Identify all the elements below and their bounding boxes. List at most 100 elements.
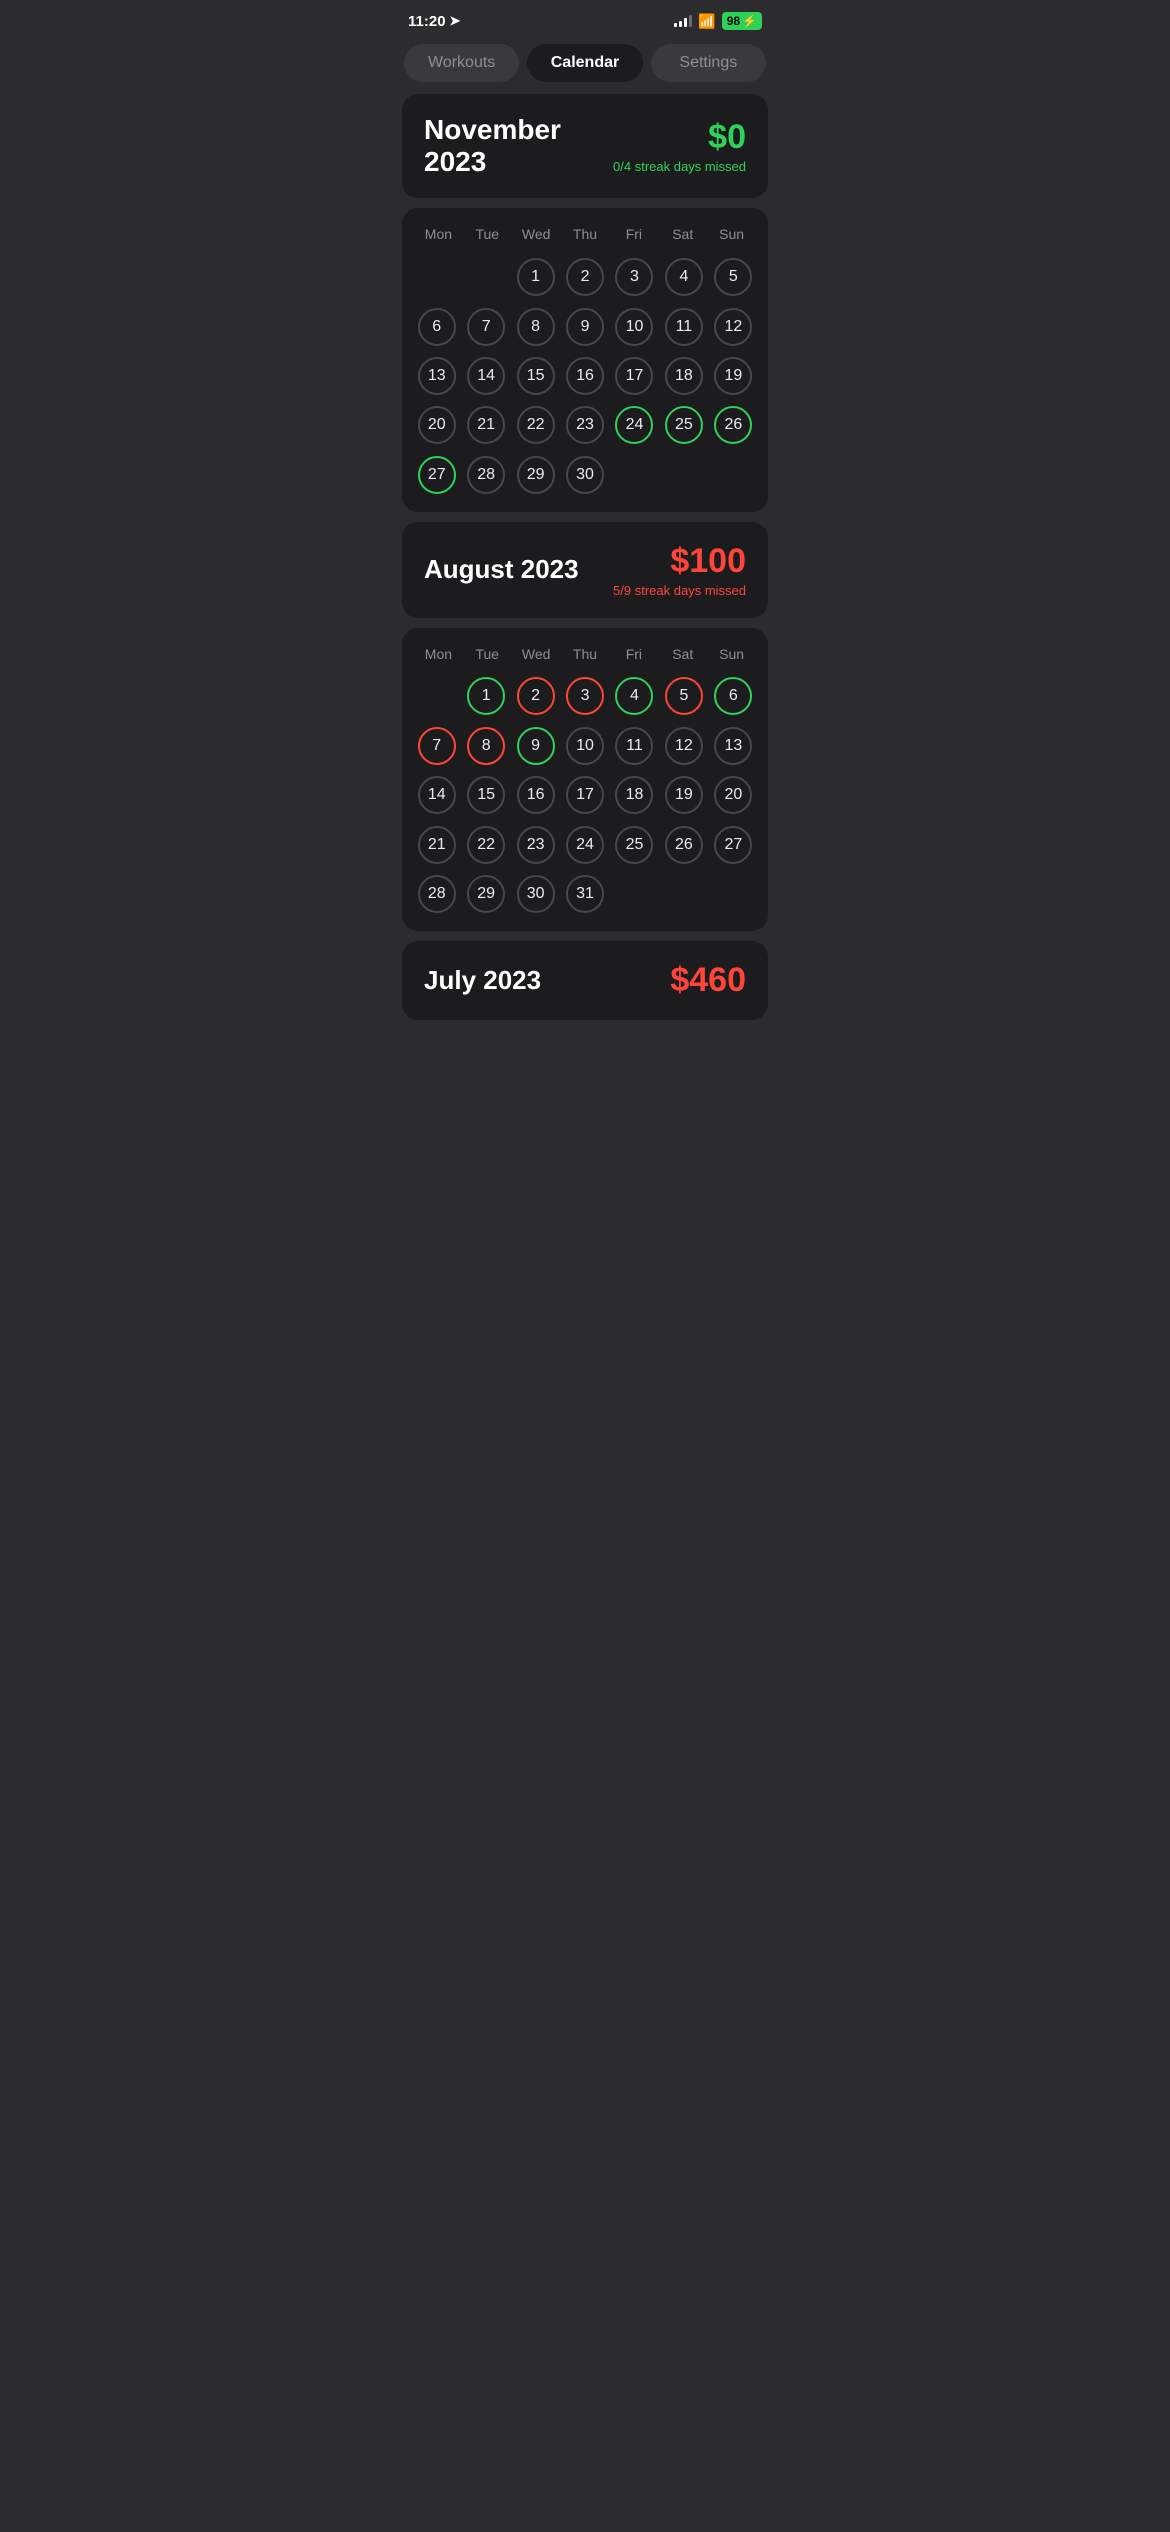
aug2023-day-headers: Mon Tue Wed Thu Fri Sat Sun bbox=[414, 642, 756, 666]
day-7: 7 bbox=[467, 308, 505, 346]
day-13: 13 bbox=[418, 357, 456, 395]
nov2023-streak: 0/4 streak days missed bbox=[613, 159, 746, 174]
day-28: 28 bbox=[467, 456, 505, 494]
jul2023-title: July 2023 bbox=[424, 965, 541, 996]
aug-day-28: 28 bbox=[418, 875, 456, 913]
day-header-sat: Sat bbox=[658, 222, 707, 246]
day-20: 20 bbox=[418, 406, 456, 444]
wifi-icon: 📶 bbox=[698, 13, 715, 30]
aug2023-amount: $100 bbox=[613, 542, 746, 581]
day-2: 2 bbox=[566, 258, 604, 296]
aug-day-header-tue: Tue bbox=[463, 642, 512, 666]
day-25: 25 bbox=[665, 406, 703, 444]
aug-day-header-fri: Fri bbox=[609, 642, 658, 666]
aug-day-4: 4 bbox=[615, 677, 653, 715]
day-12: 12 bbox=[714, 308, 752, 346]
day-header-thu: Thu bbox=[561, 222, 610, 246]
day-23: 23 bbox=[566, 406, 604, 444]
aug-day-26: 26 bbox=[665, 826, 703, 864]
aug-day-header-mon: Mon bbox=[414, 642, 463, 666]
aug-day-20: 20 bbox=[714, 776, 752, 814]
aug-day-12: 12 bbox=[665, 727, 703, 765]
aug-day-7: 7 bbox=[418, 727, 456, 765]
nov2023-title: November 2023 bbox=[424, 114, 561, 178]
jul2023-stats: $460 bbox=[670, 961, 746, 1000]
status-left: 11:20 ➤ bbox=[408, 13, 460, 30]
day-header-tue: Tue bbox=[463, 222, 512, 246]
tab-workouts[interactable]: Workouts bbox=[404, 44, 519, 82]
aug-day-header-wed: Wed bbox=[512, 642, 561, 666]
aug-day-8: 8 bbox=[467, 727, 505, 765]
tab-bar: Workouts Calendar Settings bbox=[390, 36, 780, 94]
day-10: 10 bbox=[615, 308, 653, 346]
day-29: 29 bbox=[517, 456, 555, 494]
aug-day-29: 29 bbox=[467, 875, 505, 913]
nov2023-amount: $0 bbox=[613, 118, 746, 157]
day-21: 21 bbox=[467, 406, 505, 444]
aug-day-17: 17 bbox=[566, 776, 604, 814]
aug2023-title: August 2023 bbox=[424, 555, 579, 585]
aug-day-27: 27 bbox=[714, 826, 752, 864]
day-22: 22 bbox=[517, 406, 555, 444]
aug-day-5: 5 bbox=[665, 677, 703, 715]
aug2023-header: August 2023 $100 5/9 streak days missed bbox=[402, 522, 768, 618]
time-display: 11:20 bbox=[408, 13, 446, 30]
day-14: 14 bbox=[467, 357, 505, 395]
day-15: 15 bbox=[517, 357, 555, 395]
jul2023-header: July 2023 $460 bbox=[402, 941, 768, 1020]
day-11: 11 bbox=[665, 308, 703, 346]
status-bar: 11:20 ➤ 📶 98 ⚡ bbox=[390, 0, 780, 36]
aug-day-10: 10 bbox=[566, 727, 604, 765]
day-26: 26 bbox=[714, 406, 752, 444]
day-16: 16 bbox=[566, 357, 604, 395]
aug-day-header-sat: Sat bbox=[658, 642, 707, 666]
aug-day-13: 13 bbox=[714, 727, 752, 765]
day-5: 5 bbox=[714, 258, 752, 296]
aug-day-2: 2 bbox=[517, 677, 555, 715]
aug-day-24: 24 bbox=[566, 826, 604, 864]
nov2023-header: November 2023 $0 0/4 streak days missed bbox=[402, 94, 768, 198]
tab-calendar[interactable]: Calendar bbox=[527, 44, 642, 82]
day-header-mon: Mon bbox=[414, 222, 463, 246]
tab-settings[interactable]: Settings bbox=[651, 44, 766, 82]
aug-day-21: 21 bbox=[418, 826, 456, 864]
aug2023-days: 1 2 3 4 5 6 7 8 9 10 11 12 13 14 15 16 1… bbox=[414, 674, 756, 917]
nov2023-calendar: Mon Tue Wed Thu Fri Sat Sun 1 2 3 4 5 6 … bbox=[402, 208, 768, 511]
aug2023-stats: $100 5/9 streak days missed bbox=[613, 542, 746, 598]
day-19: 19 bbox=[714, 357, 752, 395]
day-24: 24 bbox=[615, 406, 653, 444]
aug-day-6: 6 bbox=[714, 677, 752, 715]
aug-day-3: 3 bbox=[566, 677, 604, 715]
aug-day-11: 11 bbox=[615, 727, 653, 765]
day-3: 3 bbox=[615, 258, 653, 296]
jul2023-amount: $460 bbox=[670, 961, 746, 1000]
aug-day-25: 25 bbox=[615, 826, 653, 864]
aug-day-16: 16 bbox=[517, 776, 555, 814]
day-header-sun: Sun bbox=[707, 222, 756, 246]
aug-day-15: 15 bbox=[467, 776, 505, 814]
aug2023-streak: 5/9 streak days missed bbox=[613, 583, 746, 598]
nov2023-days: 1 2 3 4 5 6 7 8 9 10 11 12 13 14 15 16 1… bbox=[414, 254, 756, 497]
day-header-fri: Fri bbox=[609, 222, 658, 246]
day-30: 30 bbox=[566, 456, 604, 494]
day-1: 1 bbox=[517, 258, 555, 296]
aug-day-14: 14 bbox=[418, 776, 456, 814]
aug-day-header-sun: Sun bbox=[707, 642, 756, 666]
aug-day-19: 19 bbox=[665, 776, 703, 814]
day-18: 18 bbox=[665, 357, 703, 395]
day-header-wed: Wed bbox=[512, 222, 561, 246]
aug-day-30: 30 bbox=[517, 875, 555, 913]
aug-day-header-thu: Thu bbox=[561, 642, 610, 666]
main-content: November 2023 $0 0/4 streak days missed … bbox=[390, 94, 780, 1020]
aug-day-1: 1 bbox=[467, 677, 505, 715]
signal-icon bbox=[674, 15, 692, 27]
status-right: 📶 98 ⚡ bbox=[674, 12, 762, 30]
nov2023-day-headers: Mon Tue Wed Thu Fri Sat Sun bbox=[414, 222, 756, 246]
aug-day-18: 18 bbox=[615, 776, 653, 814]
aug-day-22: 22 bbox=[467, 826, 505, 864]
day-27: 27 bbox=[418, 456, 456, 494]
aug2023-calendar: Mon Tue Wed Thu Fri Sat Sun 1 2 3 4 5 6 … bbox=[402, 628, 768, 931]
battery-indicator: 98 ⚡ bbox=[722, 12, 762, 30]
day-8: 8 bbox=[517, 308, 555, 346]
aug-day-23: 23 bbox=[517, 826, 555, 864]
